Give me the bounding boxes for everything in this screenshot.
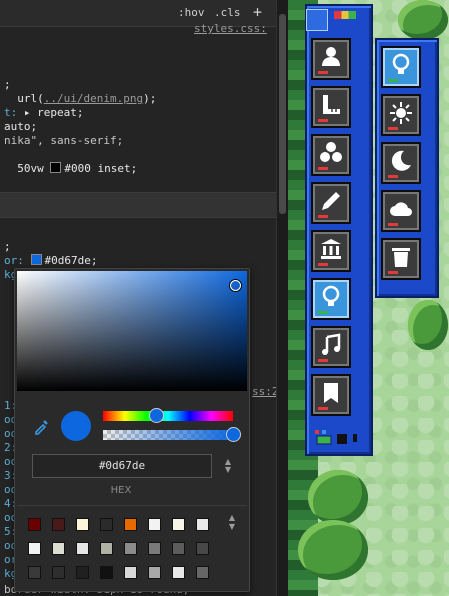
source-link[interactable]: ss:2: [252, 385, 276, 398]
pencil-button[interactable]: [311, 182, 351, 224]
color-preview: [61, 411, 91, 441]
cloud-button[interactable]: [381, 190, 421, 232]
hex-input[interactable]: #0d67de: [32, 454, 212, 478]
palette-swatch[interactable]: [124, 566, 137, 579]
moon-icon: [391, 150, 411, 171]
eyedropper-icon[interactable]: [33, 417, 51, 435]
color-handle[interactable]: [230, 280, 241, 291]
palette-swatch[interactable]: [100, 518, 113, 531]
color-swatch[interactable]: [30, 254, 42, 265]
palette-swatch[interactable]: [124, 518, 137, 531]
css-line: url(../ui/denim.png);: [17, 92, 157, 105]
bank-button[interactable]: [311, 230, 351, 272]
css-line: nika", sans-serif;: [4, 134, 124, 147]
bookmark-button[interactable]: [311, 374, 351, 416]
css-line: or: #0d67de;: [4, 254, 98, 267]
color-picker-popover: #0d67de ▲ ▼ HEX ▲ ▼: [14, 268, 250, 592]
palette-swatch[interactable]: [196, 566, 209, 579]
stack-icon: [320, 142, 342, 162]
hue-slider[interactable]: [103, 411, 233, 421]
ruler-button[interactable]: [311, 86, 351, 128]
person-icon: [322, 47, 340, 66]
bookmark-icon: [324, 383, 338, 403]
saturation-value-area[interactable]: [17, 271, 247, 391]
css-line: 50vw #000 inset;: [17, 162, 138, 175]
palette-swatch[interactable]: [28, 518, 41, 531]
bush: [408, 300, 448, 350]
palette-swatch[interactable]: [172, 542, 185, 555]
hue-slider-handle[interactable]: [149, 408, 164, 423]
format-toggle[interactable]: ▲ ▼: [222, 458, 234, 476]
palette-divider: [17, 505, 247, 506]
css-line: auto;: [4, 120, 38, 133]
sun-button[interactable]: [381, 94, 421, 136]
hex-format-label: HEX: [110, 485, 132, 496]
bush: [398, 0, 448, 40]
bush: [308, 470, 368, 525]
palette-swatch[interactable]: [196, 518, 209, 531]
alpha-slider-handle[interactable]: [226, 427, 241, 442]
palette-swatch[interactable]: [148, 542, 161, 555]
url-link[interactable]: ../ui/denim.png: [44, 92, 143, 105]
lightbulb-icon: [322, 285, 340, 306]
trash-icon: [392, 248, 410, 267]
cls-toggle[interactable]: .cls: [214, 6, 241, 19]
music-icon: [322, 333, 341, 355]
palette-swatch[interactable]: [196, 542, 209, 555]
palette-swatch[interactable]: [172, 518, 185, 531]
palette-swatch[interactable]: [76, 566, 89, 579]
bank-icon: [321, 239, 341, 259]
palette-swatch[interactable]: [124, 542, 137, 555]
stack-button[interactable]: [311, 134, 351, 176]
palette-swatch[interactable]: [148, 566, 161, 579]
music-button[interactable]: [311, 326, 351, 368]
palette-swatch[interactable]: [148, 518, 161, 531]
sub-lightbulb-button[interactable]: [381, 46, 421, 88]
css-line: ;: [4, 78, 11, 91]
palette-swatch[interactable]: [100, 542, 113, 555]
css-line: ;: [4, 240, 11, 253]
palette-swatch[interactable]: [76, 518, 89, 531]
moon-button[interactable]: [381, 142, 421, 184]
palette-swatch[interactable]: [172, 566, 185, 579]
scrollbar-thumb[interactable]: [279, 14, 286, 214]
trash-button[interactable]: [381, 238, 421, 280]
menu-grid-icon[interactable]: [306, 9, 328, 31]
palette-swatch[interactable]: [28, 542, 41, 555]
hov-toggle[interactable]: :hov: [178, 6, 205, 19]
palette-swatch[interactable]: [76, 542, 89, 555]
palette-swatch[interactable]: [52, 542, 65, 555]
palette-swatch[interactable]: [100, 566, 113, 579]
new-rule-button[interactable]: +: [253, 3, 262, 21]
lightbulb-icon: [392, 53, 410, 74]
palette-swatch[interactable]: [52, 518, 65, 531]
ruler-icon: [323, 95, 340, 114]
source-link[interactable]: styles.css:: [194, 22, 267, 35]
palette-swatch[interactable]: [52, 566, 65, 579]
bush: [298, 520, 368, 580]
pencil-icon: [322, 192, 340, 210]
cloud-icon: [390, 202, 412, 216]
person-button[interactable]: [311, 38, 351, 80]
status-bar-icons: [315, 430, 357, 445]
color-indicator-icon: [334, 11, 356, 19]
sun-icon: [390, 102, 412, 124]
palette-switcher[interactable]: ▲ ▼: [226, 513, 238, 533]
lightbulb-button[interactable]: [311, 278, 351, 320]
palette-swatch[interactable]: [28, 566, 41, 579]
css-line: t: ▸ repeat;: [4, 106, 84, 119]
alpha-slider[interactable]: [103, 430, 233, 440]
color-swatch[interactable]: [50, 162, 62, 173]
section-separator: [0, 192, 276, 218]
